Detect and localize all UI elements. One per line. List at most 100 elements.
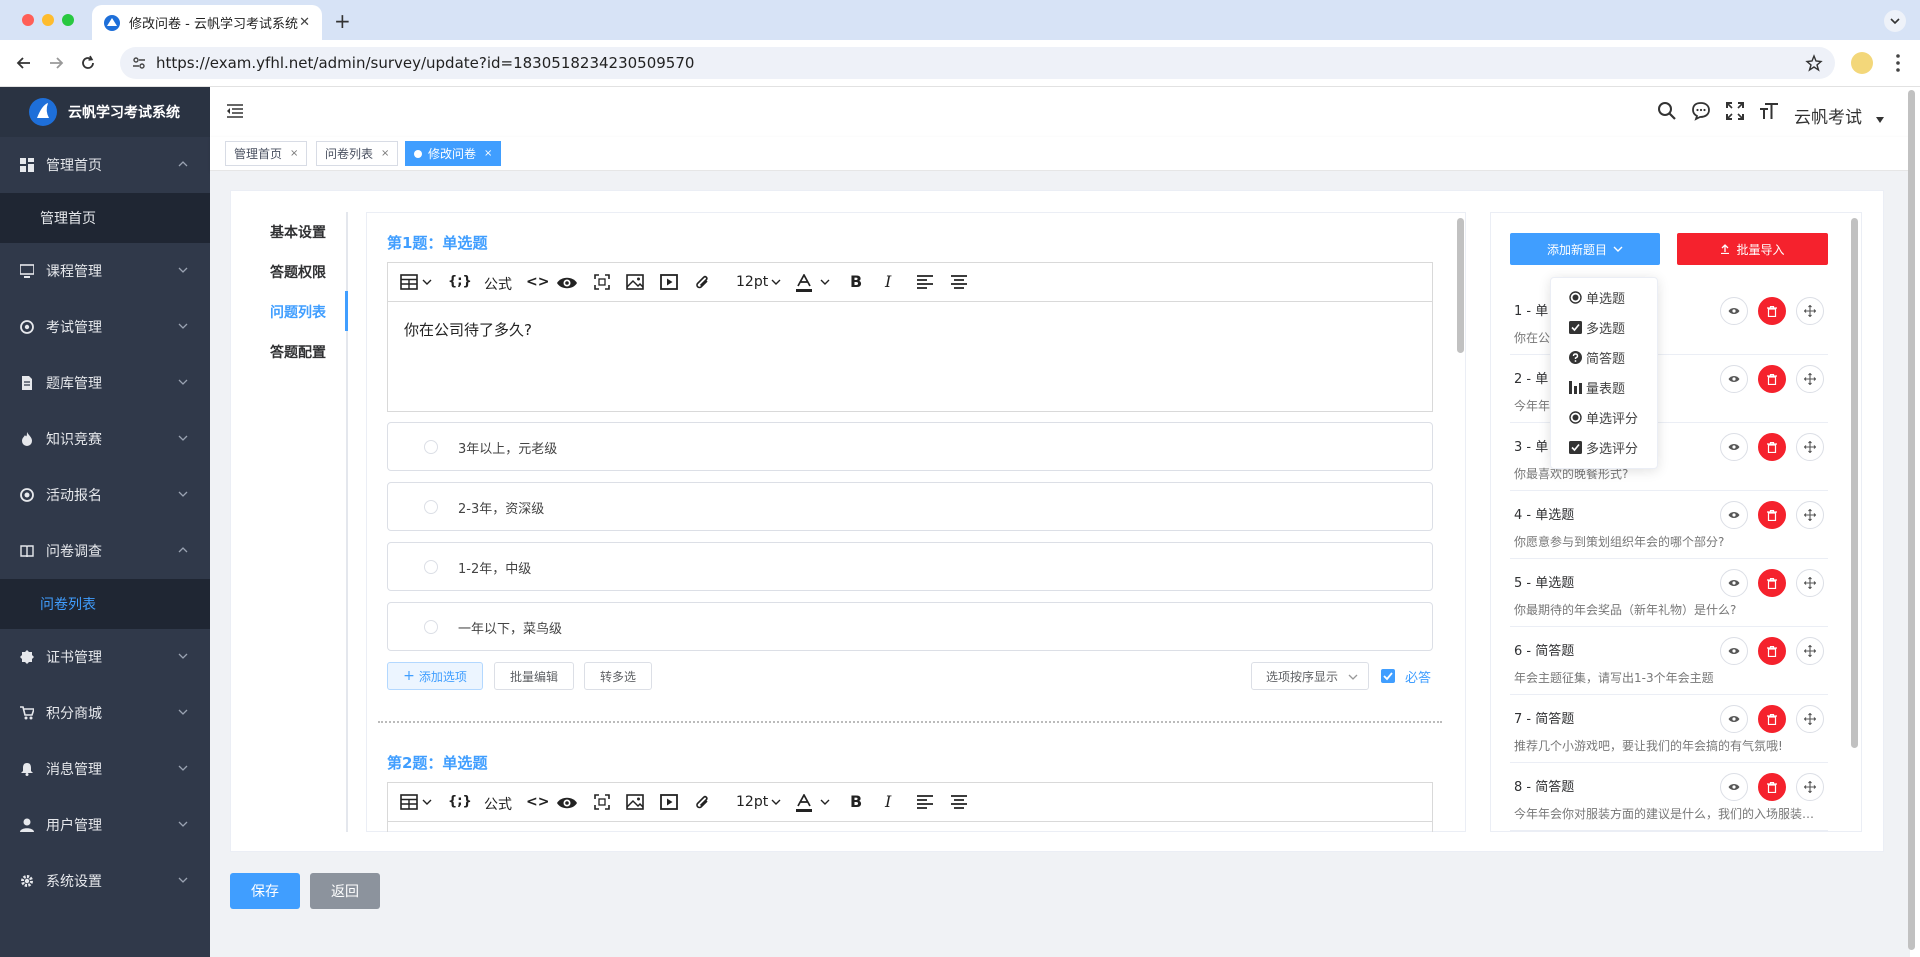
image-icon[interactable] bbox=[626, 274, 644, 290]
font-size-select[interactable]: 12pt bbox=[736, 274, 768, 290]
tag-edit-survey[interactable]: 修改问卷 × bbox=[405, 141, 502, 166]
site-settings-icon[interactable] bbox=[132, 56, 146, 70]
drag-handle[interactable] bbox=[1796, 705, 1824, 733]
page-scrollbar[interactable] bbox=[1908, 90, 1915, 950]
tag-home[interactable]: 管理首页 × bbox=[225, 141, 308, 166]
video-icon[interactable] bbox=[660, 274, 678, 290]
dropdown-item-multiple-rating[interactable]: 多选评分 bbox=[1569, 438, 1638, 457]
question-1-editor[interactable]: 你在公司待了多久? bbox=[387, 302, 1433, 412]
option-text[interactable]: 2-3年，资深级 bbox=[458, 498, 544, 517]
save-button[interactable]: 保存 bbox=[230, 873, 300, 909]
drag-handle[interactable] bbox=[1796, 501, 1824, 529]
new-tab-button[interactable]: + bbox=[334, 9, 351, 33]
reload-icon[interactable] bbox=[78, 53, 98, 73]
chevron-down-icon[interactable] bbox=[820, 279, 830, 285]
sidebar-item-survey[interactable]: 问卷调查 bbox=[0, 523, 210, 579]
dropdown-item-scale[interactable]: 量表题 bbox=[1569, 378, 1625, 397]
font-size-select[interactable]: 12pt bbox=[736, 794, 768, 810]
required-checkbox[interactable] bbox=[1381, 669, 1395, 683]
formula-button[interactable]: 公式 bbox=[484, 794, 512, 814]
outline-question-item[interactable]: 4 - 单选题 你愿意参与到策划组织年会的哪个部分? bbox=[1510, 491, 1828, 559]
preview-eye-icon[interactable] bbox=[556, 275, 578, 291]
bold-icon[interactable]: B bbox=[850, 272, 862, 291]
anchor-basic-settings[interactable]: 基本设置 bbox=[270, 222, 350, 242]
image-icon[interactable] bbox=[626, 794, 644, 810]
preview-button[interactable] bbox=[1720, 637, 1748, 665]
drag-handle[interactable] bbox=[1796, 637, 1824, 665]
outline-question-item[interactable]: 7 - 简答题 推荐几个小游戏吧，要让我们的年会搞的有气氛哦! bbox=[1510, 695, 1828, 763]
browser-tab[interactable]: 修改问卷 - 云帆学习考试系统 ✕ bbox=[92, 5, 322, 40]
drag-handle[interactable] bbox=[1796, 569, 1824, 597]
preview-button[interactable] bbox=[1720, 365, 1748, 393]
sidebar-item-users[interactable]: 用户管理 bbox=[0, 797, 210, 853]
radio-button[interactable] bbox=[424, 500, 438, 514]
preview-eye-icon[interactable] bbox=[556, 795, 578, 811]
close-icon[interactable]: × bbox=[381, 148, 389, 159]
preview-button[interactable] bbox=[1720, 773, 1748, 801]
outline-scrollbar[interactable] bbox=[1851, 218, 1858, 748]
delete-button[interactable] bbox=[1758, 773, 1786, 801]
delete-button[interactable] bbox=[1758, 297, 1786, 325]
code-block-icon[interactable]: {;} bbox=[448, 274, 472, 289]
sidebar-item-settings[interactable]: 系统设置 bbox=[0, 853, 210, 909]
question-panel-scrollbar[interactable] bbox=[1457, 218, 1464, 353]
source-code-icon[interactable]: <> bbox=[526, 274, 549, 290]
option-row[interactable]: 1-2年，中级 bbox=[387, 542, 1433, 591]
message-icon[interactable] bbox=[1691, 101, 1711, 121]
option-row[interactable]: 3年以上，元老级 bbox=[387, 422, 1433, 471]
drag-handle[interactable] bbox=[1796, 433, 1824, 461]
sidebar-item-messages[interactable]: 消息管理 bbox=[0, 741, 210, 797]
sidebar-item-activity[interactable]: 活动报名 bbox=[0, 467, 210, 523]
dropdown-item-single-rating[interactable]: 单选评分 bbox=[1569, 408, 1638, 427]
align-center-icon[interactable] bbox=[950, 274, 968, 290]
sidebar-item-certificate[interactable]: 证书管理 bbox=[0, 629, 210, 685]
sidebar-subitem-home[interactable]: 管理首页 bbox=[0, 193, 210, 243]
dropdown-item-short-answer[interactable]: 简答题 bbox=[1569, 348, 1625, 367]
option-text[interactable]: 一年以下，菜鸟级 bbox=[458, 618, 562, 637]
fullscreen-icon[interactable] bbox=[594, 274, 610, 290]
chevron-down-icon[interactable] bbox=[771, 799, 781, 805]
preview-button[interactable] bbox=[1720, 433, 1748, 461]
option-row[interactable]: 2-3年，资深级 bbox=[387, 482, 1433, 531]
italic-icon[interactable]: I bbox=[885, 792, 891, 811]
profile-avatar[interactable] bbox=[1851, 52, 1873, 74]
close-tab-icon[interactable]: ✕ bbox=[299, 15, 310, 30]
font-color-icon[interactable] bbox=[796, 794, 812, 812]
align-left-icon[interactable] bbox=[916, 794, 934, 810]
anchor-answer-permissions[interactable]: 答题权限 bbox=[270, 262, 350, 282]
option-text[interactable]: 1-2年，中级 bbox=[458, 558, 531, 577]
address-bar[interactable]: https://exam.yfhl.net/admin/survey/updat… bbox=[120, 47, 1835, 79]
code-block-icon[interactable]: {;} bbox=[448, 794, 472, 809]
forward-arrow-icon[interactable] bbox=[46, 53, 66, 73]
italic-icon[interactable]: I bbox=[885, 272, 891, 291]
preview-button[interactable] bbox=[1720, 705, 1748, 733]
option-order-select[interactable]: 选项按序显示 bbox=[1251, 662, 1369, 690]
outline-question-item[interactable]: 6 - 简答题 年会主题征集，请写出1-3个年会主题 bbox=[1510, 627, 1828, 695]
batch-import-button[interactable]: 批量导入 bbox=[1677, 233, 1828, 265]
option-text[interactable]: 3年以上，元老级 bbox=[458, 438, 557, 457]
chevron-down-icon[interactable] bbox=[422, 799, 432, 805]
delete-button[interactable] bbox=[1758, 569, 1786, 597]
attachment-icon[interactable] bbox=[694, 794, 712, 812]
tag-survey-list[interactable]: 问卷列表 × bbox=[316, 141, 399, 166]
tab-list-button[interactable] bbox=[1884, 10, 1906, 32]
font-size-icon[interactable] bbox=[1759, 101, 1779, 121]
to-multi-button[interactable]: 转多选 bbox=[584, 662, 652, 690]
align-left-icon[interactable] bbox=[916, 274, 934, 290]
chevron-down-icon[interactable] bbox=[422, 279, 432, 285]
drag-handle[interactable] bbox=[1796, 365, 1824, 393]
dropdown-item-single-choice[interactable]: 单选题 bbox=[1569, 288, 1625, 307]
browser-menu-icon[interactable] bbox=[1896, 54, 1900, 72]
video-icon[interactable] bbox=[660, 794, 678, 810]
sidebar-item-question-bank[interactable]: 题库管理 bbox=[0, 355, 210, 411]
required-label[interactable]: 必答 bbox=[1405, 667, 1431, 686]
close-window-button[interactable] bbox=[22, 14, 34, 26]
add-question-button[interactable]: 添加新题目 bbox=[1510, 233, 1660, 265]
back-arrow-icon[interactable] bbox=[14, 53, 34, 73]
caret-down-icon[interactable] bbox=[1876, 117, 1884, 123]
sidebar-item-points-mall[interactable]: 积分商城 bbox=[0, 685, 210, 741]
sidebar-item-course[interactable]: 课程管理 bbox=[0, 243, 210, 299]
attachment-icon[interactable] bbox=[694, 274, 712, 292]
dropdown-item-multiple-choice[interactable]: 多选题 bbox=[1569, 318, 1625, 337]
anchor-question-list[interactable]: 问题列表 bbox=[270, 302, 350, 322]
